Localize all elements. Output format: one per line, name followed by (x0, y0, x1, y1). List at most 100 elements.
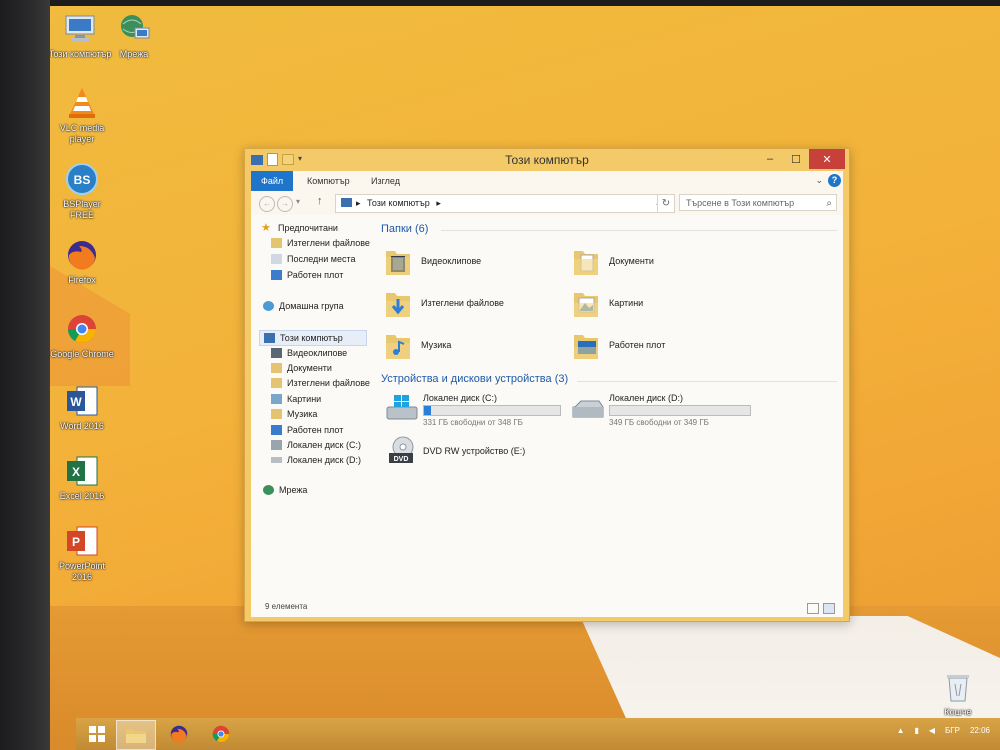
language-indicator[interactable]: БГР (945, 726, 960, 735)
desktop-icon-bsplayer[interactable]: BS BSPlayer FREE (50, 162, 114, 221)
minimize-button[interactable]: – (757, 149, 783, 169)
desktop-icon-excel[interactable]: X Excel 2016 (50, 454, 114, 502)
homegroup-icon (263, 301, 274, 311)
network-icon (263, 485, 274, 495)
drive-c[interactable]: Локален диск (C:) 331 ГБ свободни от 348… (385, 393, 561, 427)
recent-places-icon (271, 254, 282, 264)
desktop-icon (271, 270, 282, 280)
desktop-icon-word[interactable]: W Word 2016 (50, 384, 114, 432)
folder-label: Работен плот (609, 340, 666, 350)
folder-documents[interactable]: Документи (573, 245, 654, 277)
clock[interactable]: 22:06 (970, 726, 990, 735)
file-explorer-icon (126, 729, 146, 743)
network-icon (117, 12, 151, 46)
windows-drive-icon (271, 440, 282, 450)
maximize-button[interactable]: ☐ (783, 149, 809, 169)
breadcrumb-separator[interactable]: ▸ (436, 198, 441, 208)
group-header-folders[interactable]: Папки (6) (381, 223, 428, 235)
expand-ribbon-icon[interactable]: ⌄ (815, 175, 823, 186)
nav-item-downloads-pc[interactable]: Изтеглени файлове (271, 378, 370, 388)
title-bar[interactable]: ▾ Този компютър – ☐ ✕ (245, 149, 849, 171)
breadcrumb-separator: ▸ (356, 198, 361, 208)
volume-icon[interactable]: ◀ (929, 726, 935, 735)
nav-this-pc[interactable]: Този компютър (259, 330, 367, 346)
tab-file[interactable]: Файл (251, 171, 294, 191)
nav-network[interactable]: Мрежа (263, 485, 307, 495)
nav-item-downloads[interactable]: Изтеглени файлове (271, 238, 370, 248)
search-placeholder: Търсене в Този компютър (686, 198, 795, 208)
folder-pictures[interactable]: Картини (573, 287, 643, 319)
nav-item-desktop-pc[interactable]: Работен плот (271, 425, 343, 435)
tab-computer[interactable]: Компютър (297, 171, 360, 191)
computer-icon (264, 333, 275, 343)
breadcrumb-this-pc[interactable]: Този компютър (367, 198, 430, 208)
group-title: Устройства и дискови устройства (3) (381, 373, 569, 385)
vlc-icon (65, 86, 99, 120)
drive-free-space: 349 ГБ свободни от 349 ГБ (609, 418, 709, 427)
nav-item-drive-d[interactable]: Локален диск (D:) (271, 455, 361, 465)
search-icon[interactable]: ⌕ (826, 195, 832, 212)
search-input[interactable]: Търсене в Този компютър ⌕ (679, 194, 837, 211)
nav-item-videos[interactable]: Видеоклипове (271, 348, 347, 358)
drive-label: DVD RW устройство (E:) (423, 446, 526, 456)
nav-item-drive-c[interactable]: Локален диск (C:) (271, 440, 361, 450)
nav-item-recent-places[interactable]: Последни места (271, 254, 356, 264)
monitor-bezel-left (0, 0, 50, 750)
nav-label: Видеоклипове (287, 348, 348, 358)
desktop-icon-powerpoint[interactable]: P PowerPoint 2016 (50, 524, 114, 583)
desktop-icon-recycle-bin[interactable]: Кошче (926, 670, 990, 718)
folder-desktop[interactable]: Работен плот (573, 329, 665, 361)
nav-item-music[interactable]: Музика (271, 409, 317, 419)
bsplayer-icon: BS (65, 162, 99, 196)
taskbar-chrome[interactable] (202, 720, 240, 748)
folder-downloads[interactable]: Изтеглени файлове (385, 287, 504, 319)
show-hidden-icons[interactable]: ▲ (897, 726, 905, 735)
large-icons-view-icon[interactable] (823, 603, 835, 614)
recent-locations-icon[interactable]: ▾ (296, 197, 300, 206)
help-icon[interactable]: ? (828, 174, 841, 187)
nav-favorites[interactable]: ★ Предпочитани (261, 222, 338, 234)
navigation-pane: ★ Предпочитани Изтеглени файлове Последни… (251, 215, 377, 599)
desktop-icon-network[interactable]: Мрежа (102, 12, 166, 60)
documents-folder-icon (573, 245, 599, 277)
excel-icon: X (65, 454, 99, 488)
details-view-icon[interactable] (807, 603, 819, 614)
nav-item-documents[interactable]: Документи (271, 363, 332, 373)
taskbar-file-explorer[interactable] (116, 720, 156, 750)
start-button[interactable] (78, 720, 116, 748)
videos-folder-icon (385, 245, 411, 277)
drive-d[interactable]: Локален диск (D:) 349 ГБ свободни от 349… (571, 393, 751, 427)
folder-icon (271, 238, 282, 248)
close-button[interactable]: ✕ (809, 149, 845, 169)
desktop-icon-chrome[interactable]: Google Chrome (50, 312, 114, 360)
forward-button[interactable]: → (277, 196, 293, 212)
taskbar-firefox[interactable] (160, 720, 198, 748)
explorer-window: ▾ Този компютър – ☐ ✕ Файл Компютър Изгл… (244, 148, 850, 622)
group-header-devices[interactable]: Устройства и дискови устройства (3) (381, 373, 568, 385)
nav-label: Работен плот (287, 425, 344, 435)
explorer-body: ★ Предпочитани Изтеглени файлове Последни… (251, 215, 843, 599)
drive-label: Локален диск (D:) (609, 393, 683, 403)
drive-usage-fill (424, 406, 431, 415)
drive-e-dvd[interactable]: DVD DVD RW устройство (E:) (387, 435, 525, 467)
tab-view[interactable]: Изглед (361, 171, 410, 191)
computer-icon (63, 12, 97, 46)
network-status-icon[interactable]: ▮ (914, 726, 918, 735)
nav-label: Домашна група (279, 301, 344, 311)
nav-item-desktop[interactable]: Работен плот (271, 270, 343, 280)
up-button[interactable]: ↑ (317, 195, 323, 207)
desktop-icon-vlc[interactable]: VLC media player (50, 86, 114, 145)
desktop-icon-firefox[interactable]: Firefox (50, 238, 114, 286)
star-icon: ★ (261, 222, 271, 234)
folder-videos[interactable]: Видеоклипове (385, 245, 481, 277)
status-bar: 9 елемента (251, 599, 843, 617)
refresh-button[interactable]: ↻ (657, 194, 675, 213)
back-button[interactable]: ← (259, 196, 275, 212)
folder-music[interactable]: Музика (385, 329, 451, 361)
nav-homegroup[interactable]: Домашна група (263, 301, 344, 311)
group-divider (441, 230, 837, 231)
address-bar[interactable]: ▸ Този компютър ▸ ⌄ (335, 194, 669, 213)
nav-item-pictures[interactable]: Картини (271, 394, 321, 404)
drive-icon (271, 457, 282, 463)
drive-free-space: 331 ГБ свободни от 348 ГБ (423, 418, 523, 427)
